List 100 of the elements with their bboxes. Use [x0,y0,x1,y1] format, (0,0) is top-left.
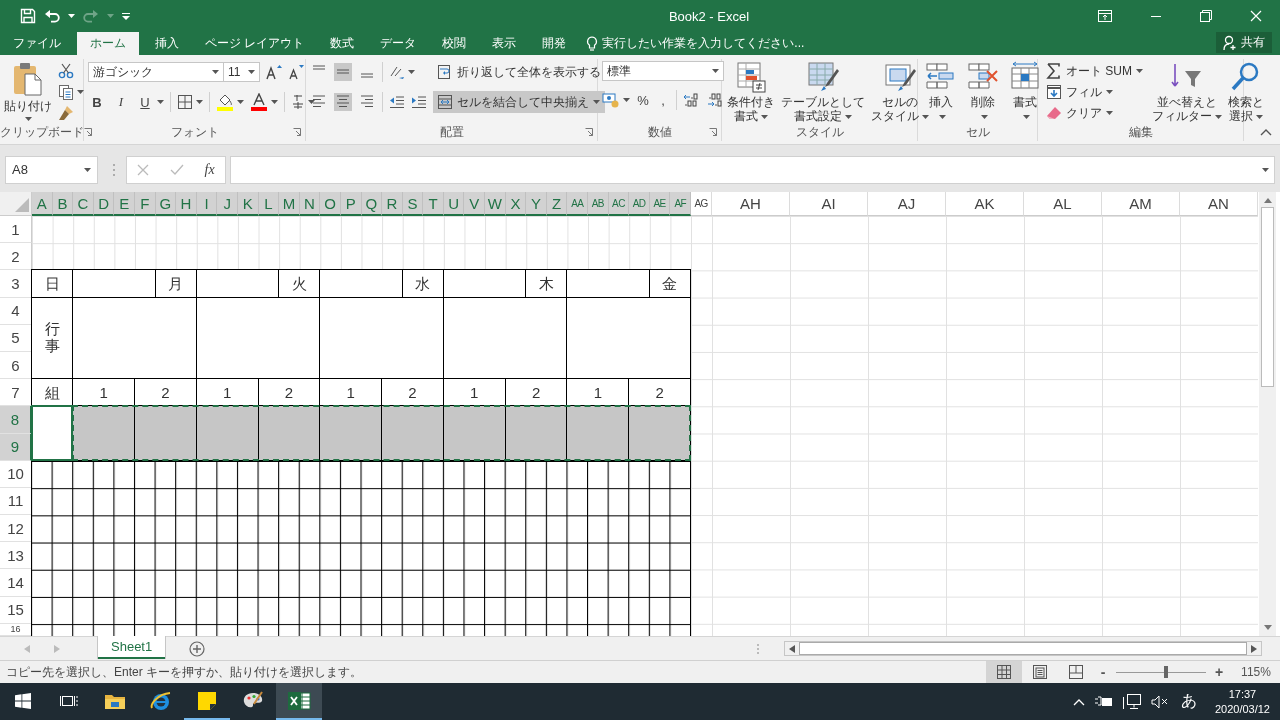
restore-icon[interactable] [1200,10,1212,22]
caret-icon[interactable] [68,14,75,18]
caret-icon[interactable] [212,70,219,74]
cells-button[interactable]: 書式 [1008,61,1042,123]
column-header[interactable]: D [93,192,115,216]
chevron-up-icon[interactable] [1072,697,1085,706]
column-header[interactable]: AJ [868,192,946,216]
dialog-launcher-icon[interactable] [84,128,92,136]
paste-button[interactable]: 貼り付け [4,61,52,122]
caret-icon[interactable] [308,100,315,104]
caret-icon[interactable] [408,70,415,74]
battery-plug-icon[interactable] [1094,695,1113,708]
column-header[interactable]: K [237,192,259,216]
increase-decimal-icon[interactable] [683,92,701,108]
percent-button[interactable]: % [636,90,650,110]
scroll-left-icon[interactable] [789,644,795,653]
column-header[interactable]: Q [361,192,383,216]
column-header[interactable]: AF [670,192,691,216]
text-orientation-icon[interactable] [389,64,405,80]
column-header[interactable]: R [382,192,403,216]
sheet-tab[interactable]: Sheet1 [98,636,166,659]
column-header[interactable]: E [114,192,135,216]
bold-button[interactable]: B [88,92,106,112]
column-header[interactable]: X [505,192,527,216]
caret-icon[interactable] [593,100,600,104]
ribbon-tab[interactable]: ファイル [3,32,71,55]
caret-icon[interactable] [157,100,164,104]
slider-thumb[interactable] [1163,666,1168,678]
column-header[interactable]: M [279,192,300,216]
caret-icon[interactable] [77,90,84,94]
formula-input[interactable] [230,155,1275,184]
column-header[interactable]: L [258,192,280,216]
editing-button[interactable]: クリア [1042,103,1147,123]
caret-icon[interactable] [1106,111,1113,115]
insert-function-button[interactable]: fx [204,161,215,178]
caret-icon[interactable] [845,114,852,119]
zoom-in-button[interactable]: + [1212,664,1226,680]
column-header[interactable]: AG [691,192,712,216]
ribbon-tab[interactable]: 挿入 [145,32,189,55]
vertical-scrollbar[interactable] [1259,192,1276,636]
editing-button[interactable]: 検索と 選択 [1227,61,1265,123]
cells-button[interactable]: 削除 [966,61,1000,123]
scroll-thumb[interactable] [1261,207,1274,387]
column-header[interactable]: AN [1180,192,1258,216]
caret-icon[interactable] [712,69,719,73]
speaker-muted-icon[interactable] [1150,694,1169,709]
editing-button[interactable]: 並べ替えと フィルター [1151,61,1223,123]
customize-icon[interactable] [122,11,130,21]
caret-icon[interactable] [1262,167,1269,172]
row-header[interactable]: 9 [0,433,32,461]
tell-me-box[interactable]: 実行したい作業を入力してください... [586,32,805,55]
editing-button[interactable]: オート SUM [1042,61,1147,81]
decrease-font-size-icon[interactable] [288,64,304,80]
merge-center-button[interactable]: セルを結合して中央揃え [433,91,605,113]
dialog-launcher-icon[interactable] [293,128,301,136]
scroll-right-icon[interactable] [1251,644,1257,653]
caret-icon[interactable] [84,167,91,172]
name-box[interactable]: A8 [5,155,98,184]
column-header[interactable]: N [299,192,321,216]
column-header[interactable]: AE [649,192,671,216]
caret-icon[interactable] [623,98,630,102]
zoom-out-button[interactable]: - [1096,664,1110,680]
row-header[interactable]: 2 [0,243,32,271]
ribbon-tab[interactable]: データ [370,32,427,55]
collapse-ribbon-icon[interactable] [1260,128,1272,136]
column-header[interactable]: AK [946,192,1024,216]
borders-icon[interactable] [177,94,193,110]
taskbar-button[interactable] [276,683,322,720]
column-header[interactable]: O [320,192,341,216]
editing-button[interactable]: フィル [1042,82,1147,102]
add-sheet-icon[interactable] [189,640,206,657]
paintbrush-icon[interactable] [58,105,74,121]
font-size-dropdown[interactable]: 11 [223,62,260,82]
comma-style-button[interactable]: , [656,90,670,110]
phonetic-guide-icon[interactable] [291,94,305,110]
caret-icon[interactable] [248,70,255,74]
caret-icon[interactable] [922,114,929,119]
ribbon-tab[interactable]: ページ レイアウト [195,32,315,55]
center-icon[interactable] [334,93,352,111]
column-header[interactable]: AD [629,192,650,216]
italic-button[interactable]: I [112,92,130,112]
dialog-launcher-icon[interactable] [709,128,717,136]
column-header[interactable]: S [402,192,424,216]
column-header[interactable]: V [464,192,486,216]
caret-icon[interactable] [1136,69,1143,73]
ribbon-tab[interactable]: 表示 [482,32,527,55]
row-header[interactable]: 1 [0,216,32,244]
column-header[interactable]: W [485,192,506,216]
column-header[interactable]: T [423,192,444,216]
column-header[interactable]: I [196,192,218,216]
copy-icon[interactable] [58,84,74,100]
underline-button[interactable]: U [136,92,154,112]
column-header[interactable]: B [52,192,74,216]
wrap-text-button[interactable]: 折り返して全体を表示する [433,61,605,83]
row-header[interactable]: 8 [0,406,32,434]
scissors-icon[interactable] [58,63,74,79]
caret-icon[interactable] [237,100,244,104]
caret-icon[interactable] [1215,114,1222,119]
column-header[interactable]: AC [608,192,630,216]
column-header[interactable]: C [73,192,94,216]
